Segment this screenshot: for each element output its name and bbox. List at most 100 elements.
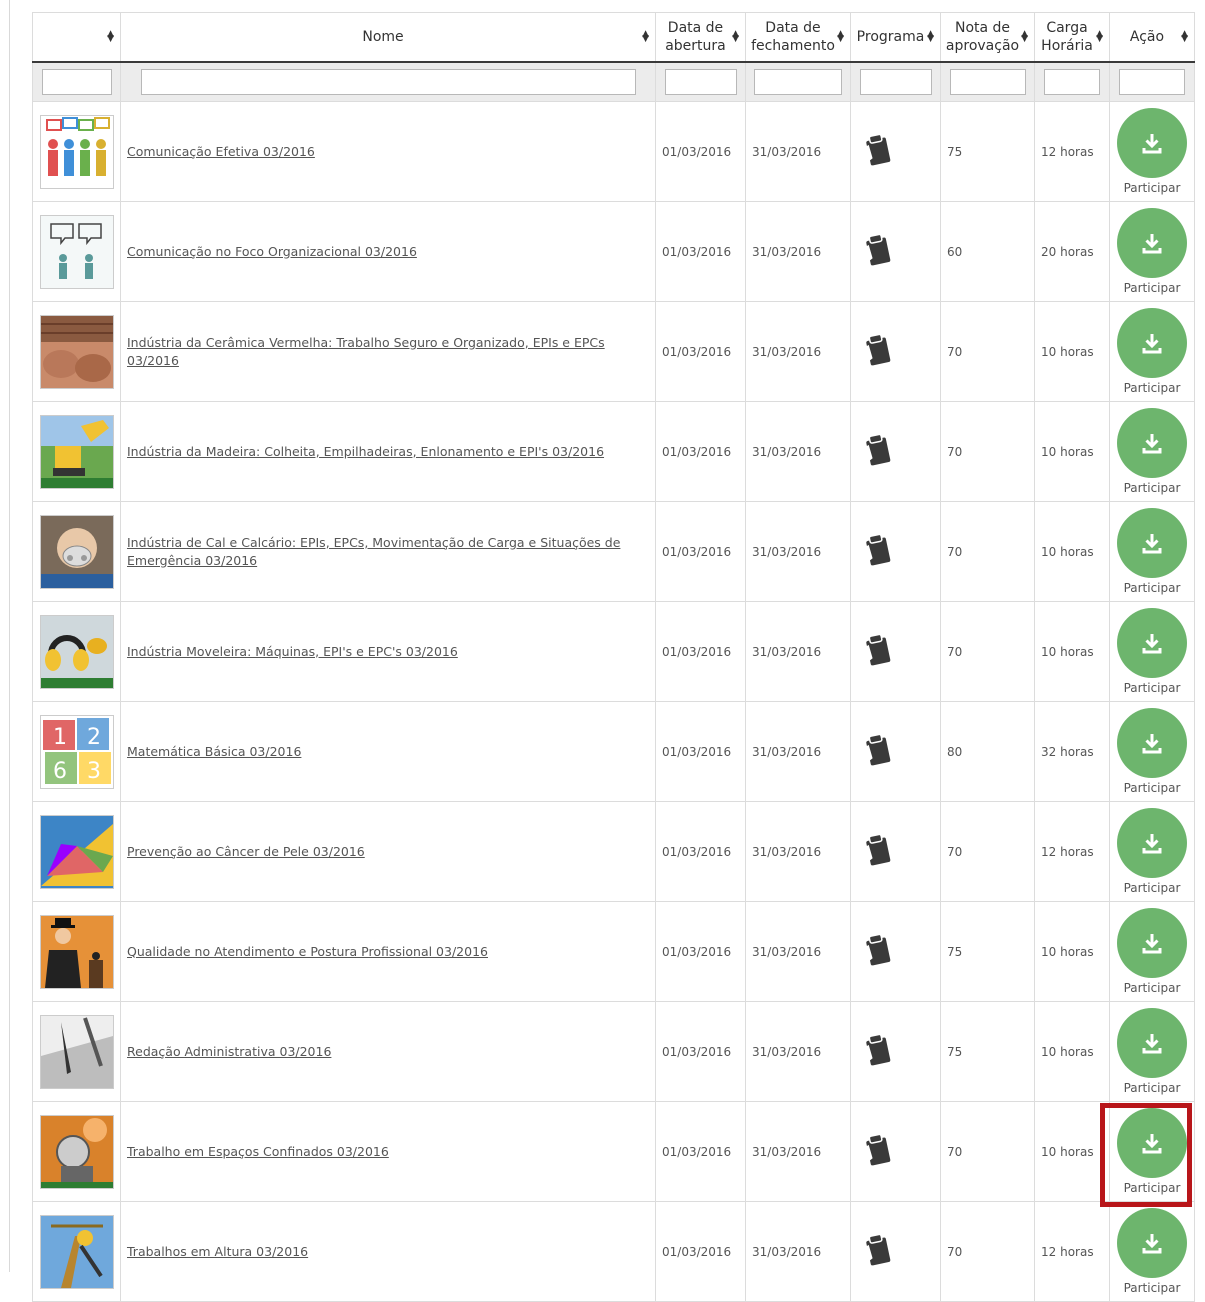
table-row: Trabalho em Espaços Confinados 03/2016 01… xyxy=(32,1101,1195,1202)
clipboard-icon[interactable] xyxy=(861,1133,895,1170)
course-name-link[interactable]: Redação Administrativa 03/2016 xyxy=(127,1044,331,1059)
close-date-cell: 31/03/2016 xyxy=(745,1001,851,1102)
course-thumbnail xyxy=(39,214,114,289)
sort-icon[interactable]: ▲ ▼ xyxy=(837,30,844,44)
sort-icon[interactable]: ▲ ▼ xyxy=(927,30,934,44)
hours-cell: 10 horas xyxy=(1034,1101,1110,1202)
sort-icon[interactable]: ▲ ▼ xyxy=(1021,30,1028,44)
hours-cell: 10 horas xyxy=(1034,301,1110,402)
clipboard-icon[interactable] xyxy=(861,933,895,970)
table-row: Comunicação Efetiva 03/2016 01/03/2016 31/… xyxy=(32,101,1195,202)
col-header-image[interactable]: ▲ ▼ xyxy=(32,12,121,63)
col-header-hours[interactable]: Carga Horária ▲ ▼ xyxy=(1034,12,1110,63)
participate-button[interactable] xyxy=(1117,1208,1187,1278)
filter-hours-input[interactable] xyxy=(1044,69,1100,95)
open-date-cell: 01/03/2016 xyxy=(655,101,746,202)
filter-close-date-input[interactable] xyxy=(754,69,842,95)
course-name-link[interactable]: Qualidade no Atendimento e Postura Profi… xyxy=(127,944,488,959)
sort-icon[interactable]: ▲ ▼ xyxy=(732,30,739,44)
sort-icon[interactable]: ▲ ▼ xyxy=(107,30,114,44)
participate-button[interactable] xyxy=(1117,208,1187,278)
grade-cell: 75 xyxy=(940,901,1035,1002)
course-name-link[interactable]: Indústria da Cerâmica Vermelha: Trabalho… xyxy=(127,335,605,368)
course-name-link[interactable]: Prevenção ao Câncer de Pele 03/2016 xyxy=(127,844,365,859)
clipboard-icon[interactable] xyxy=(861,633,895,670)
open-date-cell: 01/03/2016 xyxy=(655,901,746,1002)
participate-button[interactable] xyxy=(1117,708,1187,778)
participate-label: Participar xyxy=(1123,481,1181,495)
clipboard-icon[interactable] xyxy=(861,833,895,870)
course-thumbnail xyxy=(39,1214,114,1289)
close-date-cell: 31/03/2016 xyxy=(745,901,851,1002)
participate-button[interactable] xyxy=(1117,1008,1187,1078)
participate-button[interactable] xyxy=(1117,1108,1187,1178)
clipboard-icon[interactable] xyxy=(861,533,895,570)
col-header-grade[interactable]: Nota de aprovação ▲ ▼ xyxy=(940,12,1035,63)
table-row: Prevenção ao Câncer de Pele 03/2016 01/03… xyxy=(32,801,1195,902)
course-thumbnail xyxy=(39,514,114,589)
close-date-cell: 31/03/2016 xyxy=(745,801,851,902)
course-name-link[interactable]: Indústria da Madeira: Colheita, Empilhad… xyxy=(127,444,604,459)
course-name-link[interactable]: Comunicação Efetiva 03/2016 xyxy=(127,144,315,159)
clipboard-icon[interactable] xyxy=(861,1033,895,1070)
participate-button[interactable] xyxy=(1117,908,1187,978)
col-header-name[interactable]: Nome ▲ ▼ xyxy=(120,12,656,63)
participate-label: Participar xyxy=(1123,1081,1181,1095)
clipboard-icon[interactable] xyxy=(861,433,895,470)
clipboard-icon[interactable] xyxy=(861,133,895,170)
download-icon xyxy=(1141,832,1163,854)
sort-icon[interactable]: ▲ ▼ xyxy=(642,30,649,44)
course-name-link[interactable]: Indústria de Cal e Calcário: EPIs, EPCs,… xyxy=(127,535,620,568)
sort-icon[interactable]: ▲ ▼ xyxy=(1096,30,1103,44)
download-icon xyxy=(1141,1132,1163,1154)
filter-action-input[interactable] xyxy=(1119,69,1185,95)
grade-cell: 70 xyxy=(940,1101,1035,1202)
participate-button[interactable] xyxy=(1117,508,1187,578)
download-icon xyxy=(1141,932,1163,954)
svg-text:6: 6 xyxy=(53,759,67,784)
participate-label: Participar xyxy=(1123,681,1181,695)
svg-text:1: 1 xyxy=(53,725,67,750)
sort-icon[interactable]: ▲ ▼ xyxy=(1181,30,1188,44)
hours-cell: 10 horas xyxy=(1034,901,1110,1002)
hours-cell: 10 horas xyxy=(1034,401,1110,502)
filter-name-input[interactable] xyxy=(140,69,636,95)
course-thumbnail xyxy=(39,314,114,389)
grade-cell: 70 xyxy=(940,601,1035,702)
filter-grade-input[interactable] xyxy=(949,69,1026,95)
course-name-link[interactable]: Trabalhos em Altura 03/2016 xyxy=(127,1244,308,1259)
open-date-cell: 01/03/2016 xyxy=(655,1101,746,1202)
col-header-open-date[interactable]: Data de abertura ▲ ▼ xyxy=(655,12,746,63)
course-thumbnail: 1263 xyxy=(39,714,114,789)
clipboard-icon[interactable] xyxy=(861,733,895,770)
course-thumbnail xyxy=(39,1014,114,1089)
close-date-cell: 31/03/2016 xyxy=(745,601,851,702)
download-icon xyxy=(1141,632,1163,654)
close-date-cell: 31/03/2016 xyxy=(745,301,851,402)
filter-open-date-input[interactable] xyxy=(664,69,737,95)
col-header-close-date[interactable]: Data de fechamento ▲ ▼ xyxy=(745,12,851,63)
hours-cell: 12 horas xyxy=(1034,801,1110,902)
clipboard-icon[interactable] xyxy=(861,333,895,370)
participate-button[interactable] xyxy=(1117,608,1187,678)
participate-button[interactable] xyxy=(1117,808,1187,878)
course-name-link[interactable]: Trabalho em Espaços Confinados 03/2016 xyxy=(127,1144,389,1159)
course-name-link[interactable]: Matemática Básica 03/2016 xyxy=(127,744,301,759)
participate-button[interactable] xyxy=(1117,408,1187,478)
participate-button[interactable] xyxy=(1117,108,1187,178)
clipboard-icon[interactable] xyxy=(861,233,895,270)
close-date-cell: 31/03/2016 xyxy=(745,701,851,802)
clipboard-icon[interactable] xyxy=(861,1233,895,1270)
course-name-link[interactable]: Indústria Moveleira: Máquinas, EPI's e E… xyxy=(127,644,458,659)
participate-label: Participar xyxy=(1123,1281,1181,1295)
filter-program-input[interactable] xyxy=(859,69,932,95)
col-header-program[interactable]: Programa ▲ ▼ xyxy=(850,12,941,63)
open-date-cell: 01/03/2016 xyxy=(655,201,746,302)
participate-button[interactable] xyxy=(1117,308,1187,378)
course-name-link[interactable]: Comunicação no Foco Organizacional 03/20… xyxy=(127,244,417,259)
filter-image-input[interactable] xyxy=(41,69,112,95)
participate-label: Participar xyxy=(1123,181,1181,195)
participate-label: Participar xyxy=(1123,1181,1181,1195)
col-header-action[interactable]: Ação ▲ ▼ xyxy=(1109,12,1195,63)
open-date-cell: 01/03/2016 xyxy=(655,501,746,602)
